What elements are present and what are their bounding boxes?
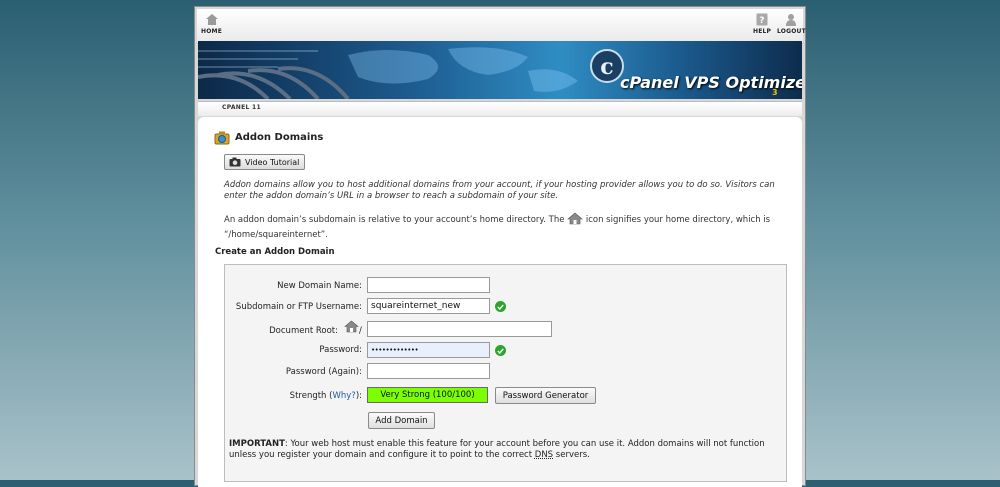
important-text-end: servers.	[553, 450, 590, 460]
new-domain-input[interactable]	[367, 277, 490, 293]
help-link[interactable]: ? HELP	[753, 13, 771, 35]
cpanel-banner: c cPanel VPS Optimized 3	[198, 41, 802, 99]
home-directory-icon	[567, 212, 583, 225]
svg-text:c: c	[600, 54, 613, 80]
document-root-slash: /	[359, 326, 362, 336]
addon-description: Addon domains allow you to host addition…	[224, 180, 775, 201]
strength-label-end: ):	[355, 391, 362, 401]
password-label: Password:	[319, 345, 362, 355]
new-domain-label: New Domain Name:	[277, 281, 362, 291]
strength-label: Strength (Why?):	[290, 391, 362, 401]
home-label: HOME	[201, 28, 222, 35]
important-notice: IMPORTANT: Your web host must enable thi…	[229, 439, 769, 461]
logout-label: LOGOUT	[777, 28, 806, 35]
logout-link[interactable]: LOGOUT	[777, 13, 806, 35]
video-tutorial-button[interactable]: Video Tutorial	[224, 154, 306, 170]
dns-abbreviation: DNS	[534, 450, 554, 460]
password-strength-meter: Very Strong (100/100)	[367, 387, 488, 403]
top-toolbar: HOME ? HELP LOGOUT	[197, 9, 806, 44]
home-directory-note: An addon domain’s subdomain is relative …	[224, 212, 794, 243]
addon-domains-icon	[214, 131, 230, 145]
document-root-input[interactable]	[367, 321, 552, 337]
subdomain-valid-check-icon	[495, 301, 506, 312]
strength-label-start: Strength (	[289, 391, 333, 401]
home-link[interactable]: HOME	[201, 13, 222, 35]
version-label: CPANEL 11	[222, 104, 261, 111]
logout-user-icon	[786, 14, 797, 26]
home-icon	[205, 14, 218, 25]
password-generator-button[interactable]: Password Generator	[495, 387, 596, 404]
help-icon: ?	[756, 13, 768, 26]
password-input[interactable]: •••••••••••••	[367, 342, 490, 358]
main-content: Addon Domains Video Tutorial Addon domai…	[198, 117, 802, 487]
important-label: IMPORTANT	[229, 439, 285, 449]
important-text: : Your web host must enable this feature…	[229, 439, 765, 460]
page-title: Addon Domains	[235, 132, 324, 143]
create-addon-heading: Create an Addon Domain	[215, 247, 335, 257]
document-root-home-icon	[344, 320, 359, 333]
addon-domain-form: New Domain Name: Subdomain or FTP Userna…	[224, 264, 787, 482]
home-dir-text-before: An addon domain’s subdomain is relative …	[224, 215, 565, 225]
banner-version: 3	[772, 88, 778, 97]
password-again-input[interactable]	[367, 363, 490, 379]
camera-icon	[229, 157, 241, 167]
add-domain-button[interactable]: Add Domain	[368, 412, 435, 429]
help-label: HELP	[753, 28, 772, 35]
version-bar: CPANEL 11	[198, 101, 802, 116]
why-link[interactable]: Why?	[332, 391, 355, 401]
video-tutorial-label: Video Tutorial	[245, 157, 300, 167]
subdomain-input[interactable]	[367, 298, 490, 314]
document-root-label: Document Root:	[269, 326, 338, 336]
cpanel-window: HOME ? HELP LOGOUT c cPanel VPS Optimize…	[194, 6, 806, 487]
password-again-label: Password (Again):	[285, 367, 362, 377]
password-valid-check-icon	[495, 345, 506, 356]
subdomain-label: Subdomain or FTP Username:	[235, 302, 362, 312]
svg-text:?: ?	[759, 16, 764, 26]
